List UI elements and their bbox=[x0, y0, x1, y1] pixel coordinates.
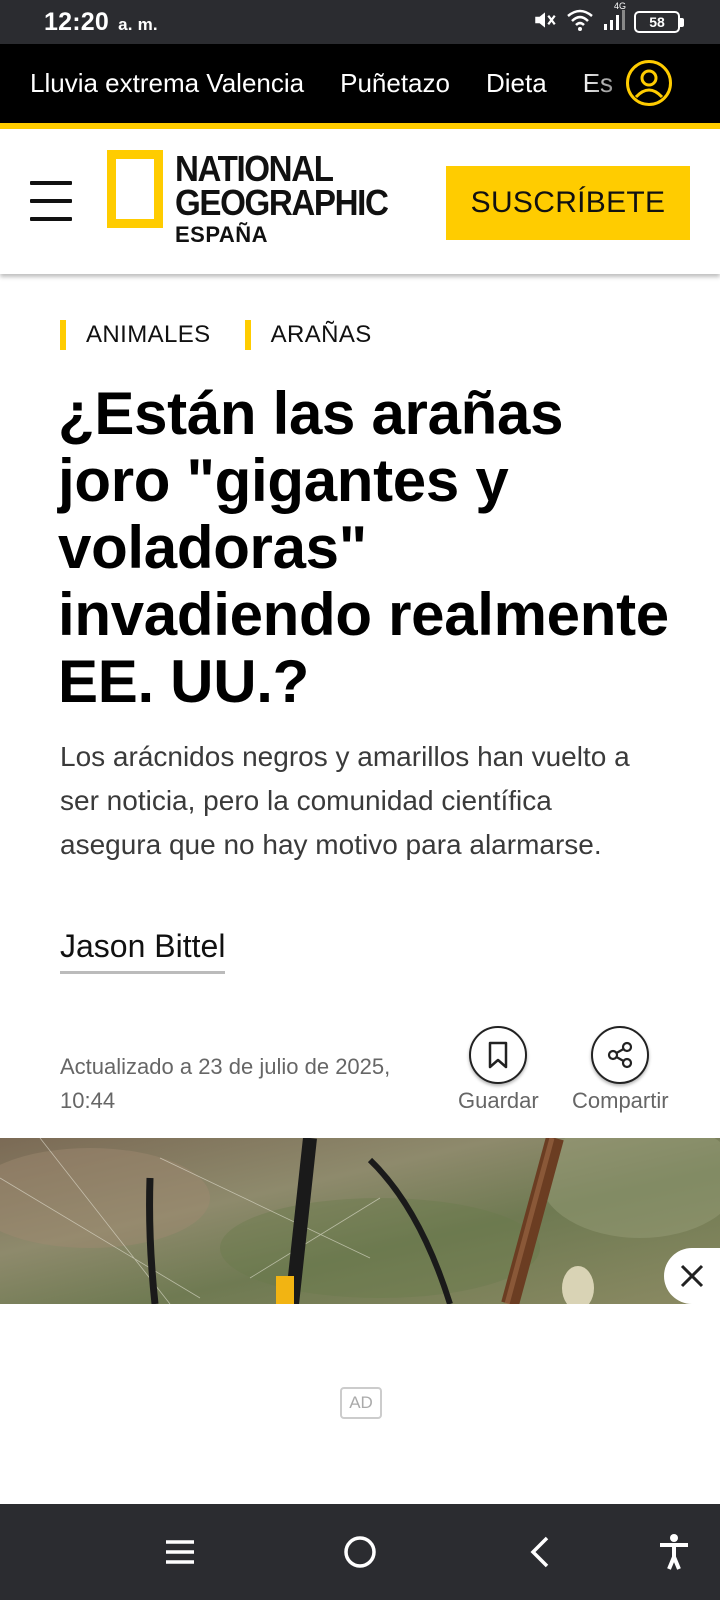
accessibility-icon[interactable] bbox=[654, 1532, 694, 1572]
save-button[interactable]: Guardar bbox=[458, 1026, 539, 1114]
author-link[interactable]: Jason Bittel bbox=[60, 928, 226, 974]
status-time-value: 12:20 bbox=[44, 8, 109, 36]
network-type: 4G bbox=[613, 0, 626, 11]
share-label: Compartir bbox=[572, 1088, 669, 1113]
article-hero-image bbox=[0, 1138, 720, 1304]
menu-icon[interactable] bbox=[30, 181, 72, 221]
subscribe-button[interactable]: SUSCRÍBETE bbox=[446, 166, 690, 240]
category-link[interactable]: ARAÑAS bbox=[245, 320, 372, 350]
back-icon[interactable] bbox=[520, 1532, 560, 1572]
user-account-button[interactable] bbox=[626, 60, 672, 106]
battery-icon: 58 bbox=[634, 11, 684, 33]
article-headline: ¿Están las arañas joro "gigantes y volad… bbox=[58, 380, 669, 715]
logo-line-3: ESPAÑA bbox=[175, 222, 269, 247]
logo-yellow-frame bbox=[107, 150, 163, 228]
wifi-icon bbox=[566, 8, 594, 37]
trending-item[interactable]: Puñetazo bbox=[340, 68, 450, 99]
status-clock: 12:20 a. m. bbox=[44, 8, 158, 37]
spider-photo bbox=[0, 1138, 720, 1304]
save-label: Guardar bbox=[458, 1088, 539, 1113]
site-header: NATIONAL GEOGRAPHIC ESPAÑA SUSCRÍBETE bbox=[0, 129, 720, 274]
battery-level: 58 bbox=[649, 14, 665, 30]
logo-text: NATIONAL GEOGRAPHIC ESPAÑA bbox=[175, 148, 406, 248]
status-bar: 12:20 a. m. 4G 58 bbox=[0, 0, 720, 44]
logo-line-2: GEOGRAPHIC bbox=[175, 182, 389, 223]
article-categories: ANIMALES ARAÑAS bbox=[60, 320, 372, 350]
signal-icon: 4G bbox=[602, 1, 626, 37]
trending-list: Lluvia extrema Valencia Puñetazo Dieta E… bbox=[30, 68, 613, 99]
trending-item[interactable]: Dieta bbox=[486, 68, 547, 99]
share-button[interactable]: Compartir bbox=[572, 1026, 669, 1114]
close-icon bbox=[680, 1264, 704, 1288]
article-dek: Los arácnidos negros y amarillos han vue… bbox=[60, 741, 630, 860]
save-circle[interactable] bbox=[469, 1026, 528, 1084]
logo-line-1: NATIONAL bbox=[175, 148, 334, 189]
user-icon bbox=[634, 69, 664, 99]
share-circle[interactable] bbox=[591, 1026, 650, 1084]
natgeo-logo[interactable]: NATIONAL GEOGRAPHIC ESPAÑA bbox=[107, 150, 389, 250]
mute-icon bbox=[532, 7, 558, 38]
status-ampm: a. m. bbox=[118, 15, 158, 34]
close-ad-button[interactable] bbox=[664, 1248, 720, 1304]
system-nav-bar bbox=[0, 1504, 720, 1600]
trending-bar: Lluvia extrema Valencia Puñetazo Dieta E… bbox=[0, 44, 720, 123]
recents-icon[interactable] bbox=[160, 1532, 200, 1572]
home-icon[interactable] bbox=[340, 1532, 380, 1572]
status-icons: 4G 58 bbox=[532, 1, 684, 38]
ad-slot[interactable]: AD bbox=[0, 1304, 720, 1504]
bookmark-icon bbox=[489, 1041, 508, 1069]
category-link[interactable]: ANIMALES bbox=[60, 320, 211, 350]
ad-badge: AD bbox=[340, 1387, 382, 1419]
share-icon bbox=[608, 1041, 633, 1069]
article-date: Actualizado a 23 de julio de 2025, 10:44 bbox=[60, 1054, 391, 1113]
trending-item[interactable]: Lluvia extrema Valencia bbox=[30, 68, 304, 99]
